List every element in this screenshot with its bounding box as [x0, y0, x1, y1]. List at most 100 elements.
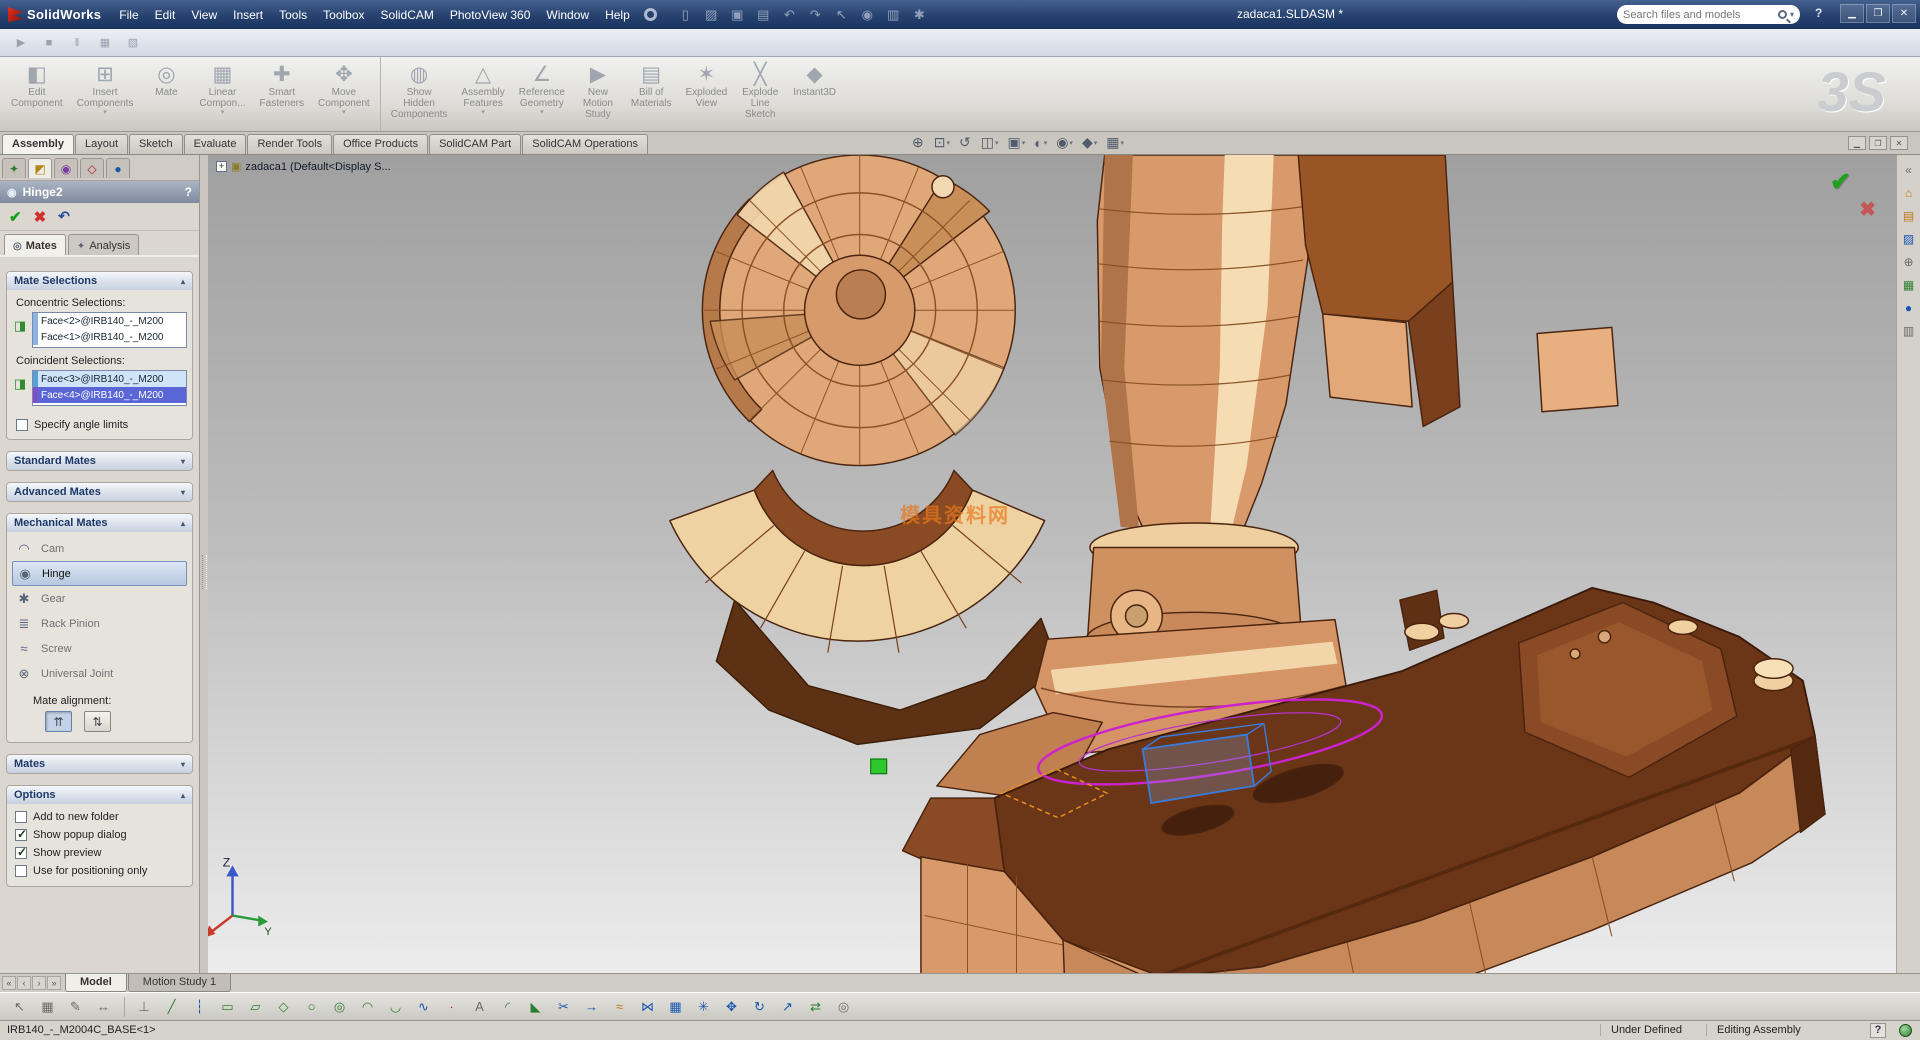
ok-button[interactable]: ✔ — [9, 208, 22, 226]
arc-icon[interactable]: ◠ — [356, 997, 379, 1017]
fillet-icon[interactable]: ◜ — [496, 997, 519, 1017]
exploded-view-button[interactable]: ✶ Exploded View — [679, 57, 735, 131]
option-checkbox[interactable]: Show preview — [9, 844, 190, 862]
doc-minimize-button[interactable]: ▁ — [1848, 136, 1866, 150]
model-tab[interactable]: Model — [65, 974, 127, 992]
undo-icon[interactable]: ↶ — [781, 7, 798, 23]
pm-tab[interactable]: ✦Analysis — [68, 234, 139, 255]
mates-header[interactable]: Mates ▾ — [7, 755, 192, 773]
circle-icon[interactable]: ○ — [300, 997, 323, 1017]
menu-item[interactable]: PhotoView 360 — [442, 4, 539, 26]
design-library-icon[interactable]: ▤ — [1903, 209, 1914, 223]
dimxpertmanager-tab[interactable]: ◇ — [80, 158, 104, 178]
convert-entities-icon[interactable]: ⇄ — [804, 997, 827, 1017]
search-results-icon[interactable]: ⊕ — [1903, 255, 1913, 269]
search-box[interactable]: ▾ — [1617, 5, 1800, 24]
mechanical-mate-item[interactable]: ✱Gear — [7, 586, 192, 611]
selection-row[interactable]: Face<3>@IRB140_-_M200 — [33, 371, 186, 387]
confirm-ok-button[interactable]: ✔ — [1830, 167, 1851, 197]
last-tab-button[interactable]: » — [47, 976, 61, 990]
three-point-arc-icon[interactable]: ◡ — [384, 997, 407, 1017]
show-hidden-components-button[interactable]: ◍ Show Hidden Components — [380, 57, 455, 131]
mirror-icon[interactable]: ⋈ — [636, 997, 659, 1017]
view-orientation-icon[interactable]: ▣▾ — [1007, 134, 1025, 151]
pm-tab[interactable]: ◎Mates — [4, 234, 66, 255]
scale-entities-icon[interactable]: ↗ — [776, 997, 799, 1017]
hide-show-items-icon[interactable]: ◉▾ — [1056, 134, 1073, 151]
menu-item[interactable]: File — [111, 4, 146, 26]
centerline-icon[interactable]: ┆ — [188, 997, 211, 1017]
select-arrow-icon[interactable]: ↖ — [833, 7, 850, 23]
graphics-area[interactable]: Z X Y + ▣ zadaca1 (Default<Display S... … — [208, 155, 1896, 973]
macro-stop-icon[interactable]: ■ — [38, 33, 60, 53]
command-tab[interactable]: Layout — [75, 134, 128, 154]
solidworks-resources-icon[interactable]: ⌂ — [1905, 186, 1912, 200]
custom-properties-icon[interactable]: ▥ — [1903, 324, 1914, 338]
spline-icon[interactable]: ∿ — [412, 997, 435, 1017]
linear-component-pattern-button[interactable]: ▦ Linear Compon... ▾ — [192, 57, 252, 131]
file-explorer-icon[interactable]: ▨ — [1903, 232, 1914, 246]
undo-button[interactable]: ↶ — [58, 208, 70, 225]
menu-item[interactable]: Edit — [147, 4, 184, 26]
text-icon[interactable]: A — [468, 997, 491, 1017]
robot-3d-model[interactable]: Z X Y — [208, 155, 1896, 973]
new-document-icon[interactable]: ▯ — [677, 7, 694, 23]
view-palette-icon[interactable]: ▦ — [1903, 278, 1914, 292]
trim-icon[interactable]: ✂ — [552, 997, 575, 1017]
panel-splitter[interactable] — [200, 155, 208, 973]
quick-tips-icon[interactable] — [1899, 1024, 1912, 1037]
tree-expand-icon[interactable]: + — [216, 161, 227, 172]
options-header[interactable]: Options ▴ — [7, 786, 192, 804]
command-tab[interactable]: SolidCAM Part — [429, 134, 521, 154]
checkbox-icon[interactable] — [16, 419, 28, 431]
save-icon[interactable]: ▣ — [729, 7, 746, 23]
doc-close-button[interactable]: ✕ — [1890, 136, 1908, 150]
linear-pattern-icon[interactable]: ▦ — [664, 997, 687, 1017]
command-tab[interactable]: Sketch — [129, 134, 183, 154]
display-relations-icon[interactable]: ◎ — [832, 997, 855, 1017]
checkbox-icon[interactable] — [15, 865, 27, 877]
rebuild-icon[interactable]: ◉ — [859, 7, 876, 23]
option-checkbox[interactable]: Show popup dialog — [9, 826, 190, 844]
close-button[interactable]: ✕ — [1892, 4, 1916, 23]
move-entities-icon[interactable]: ✥ — [720, 997, 743, 1017]
advanced-mates-header[interactable]: Advanced Mates ▾ — [7, 483, 192, 501]
selection-row[interactable]: Face<1>@IRB140_-_M200 — [33, 329, 186, 345]
menu-item[interactable]: SolidCAM — [373, 4, 442, 26]
checkbox-icon[interactable] — [15, 829, 27, 841]
checkbox-icon[interactable] — [15, 847, 27, 859]
collapse-taskpane-icon[interactable]: « — [1905, 163, 1912, 177]
featuremanager-tab[interactable]: ✦ — [2, 158, 26, 178]
explode-line-sketch-button[interactable]: ╳ Explode Line Sketch — [734, 57, 786, 131]
display-style-icon[interactable]: ◐▾ — [1034, 135, 1047, 151]
smart-fasteners-button[interactable]: ✚ Smart Fasteners — [253, 57, 311, 131]
section-view-icon[interactable]: ◫▾ — [981, 134, 999, 151]
resources-ring-icon[interactable] — [644, 8, 657, 21]
propertymanager-tab[interactable]: ◩ — [28, 158, 52, 178]
rectangle-icon[interactable]: ▭ — [216, 997, 239, 1017]
perimeter-circle-icon[interactable]: ◎ — [328, 997, 351, 1017]
menu-item[interactable]: Help — [597, 4, 638, 26]
search-input[interactable] — [1623, 9, 1778, 21]
sketch-icon[interactable]: ✎ — [64, 997, 87, 1017]
anti-aligned-button[interactable]: ⇅ — [84, 711, 111, 732]
appearances-scenes-icon[interactable]: ● — [1905, 301, 1912, 315]
mate-selections-header[interactable]: Mate Selections ▴ — [7, 272, 192, 290]
status-help-button[interactable]: ? — [1870, 1023, 1886, 1038]
menu-item[interactable]: Toolbox — [315, 4, 372, 26]
command-tab[interactable]: Evaluate — [184, 134, 247, 154]
standard-mates-header[interactable]: Standard Mates ▾ — [7, 452, 192, 470]
selection-row[interactable]: Face<4>@IRB140_-_M200 — [33, 387, 186, 403]
menu-item[interactable]: Insert — [225, 4, 271, 26]
menu-item[interactable]: View — [183, 4, 225, 26]
print-icon[interactable]: ▤ — [755, 7, 772, 23]
mate-button[interactable]: ◎ Mate — [140, 57, 192, 131]
new-motion-study-button[interactable]: ▶ New Motion Study — [572, 57, 624, 131]
reference-geometry-button[interactable]: ∠ Reference Geometry ▾ — [512, 57, 572, 131]
option-checkbox[interactable]: Use for positioning only — [9, 862, 190, 880]
prev-tab-button[interactable]: ‹ — [17, 976, 31, 990]
displaymanager-tab[interactable]: ● — [106, 158, 130, 178]
chamfer-icon[interactable]: ◣ — [524, 997, 547, 1017]
rotate-entities-icon[interactable]: ↻ — [748, 997, 771, 1017]
mechanical-mate-item[interactable]: ⊗Universal Joint — [7, 661, 192, 686]
